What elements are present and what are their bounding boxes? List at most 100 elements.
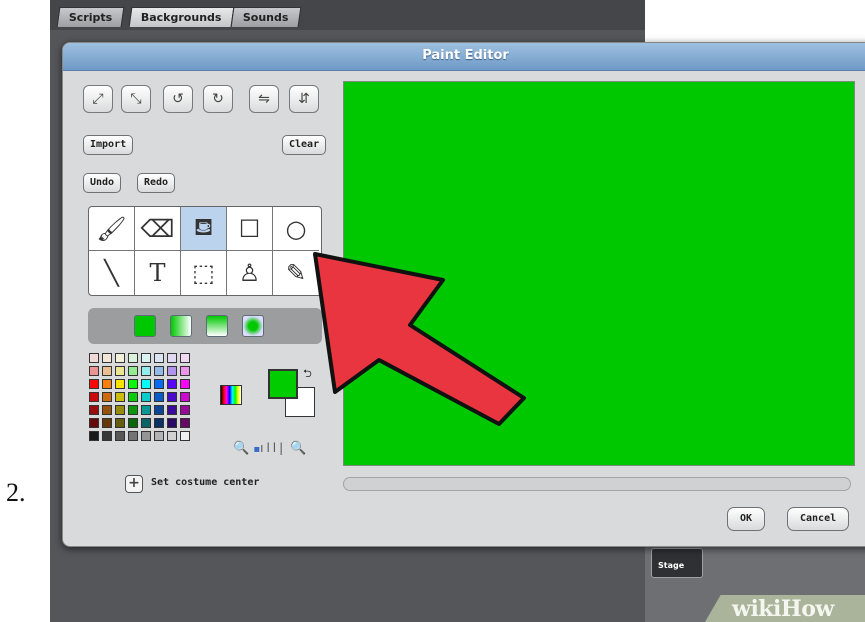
color-swatch[interactable]	[102, 392, 112, 402]
color-swatch[interactable]	[89, 379, 99, 389]
color-swatch[interactable]	[115, 366, 125, 376]
color-swatch[interactable]	[180, 418, 190, 428]
cancel-button[interactable]: Cancel	[787, 507, 850, 531]
rotate-cw-icon[interactable]: ↻	[203, 85, 233, 113]
select-tool[interactable]: ⬚	[181, 251, 227, 295]
color-swatch[interactable]	[141, 366, 151, 376]
color-swatch[interactable]	[102, 431, 112, 441]
color-swatch[interactable]	[180, 366, 190, 376]
fill-radial-gradient-option[interactable]	[242, 315, 264, 337]
color-swatch[interactable]	[128, 379, 138, 389]
color-swatch[interactable]	[167, 366, 177, 376]
color-swatch[interactable]	[141, 431, 151, 441]
tabs-bar: Scripts Backgrounds Sounds	[50, 0, 645, 30]
brush-size-slider[interactable]: 🔍 ▪ıll| 🔍	[233, 441, 306, 456]
color-swatch[interactable]	[141, 405, 151, 415]
color-swatch[interactable]	[180, 431, 190, 441]
color-swatch[interactable]	[167, 431, 177, 441]
color-spectrum-icon[interactable]	[220, 385, 242, 405]
stamp-tool[interactable]: ♙	[227, 251, 273, 295]
color-swatch[interactable]	[141, 353, 151, 363]
color-swatch[interactable]	[115, 353, 125, 363]
paintbrush-tool[interactable]: 🖌	[89, 207, 135, 251]
color-swatch[interactable]	[128, 366, 138, 376]
color-swatch[interactable]	[167, 353, 177, 363]
color-swatch[interactable]	[89, 353, 99, 363]
color-swatch[interactable]	[167, 418, 177, 428]
color-swatch[interactable]	[102, 366, 112, 376]
redo-button[interactable]: Redo	[137, 173, 176, 193]
dialog-titlebar: Paint Editor	[63, 43, 865, 71]
tab-backgrounds[interactable]: Backgrounds	[128, 7, 234, 27]
eraser-tool[interactable]: ⌫	[135, 207, 181, 251]
stage-label: Stage	[658, 561, 685, 570]
fill-solid-option[interactable]	[134, 315, 156, 337]
color-swatch[interactable]	[128, 392, 138, 402]
color-swatch[interactable]	[89, 405, 99, 415]
color-swatch[interactable]	[102, 405, 112, 415]
color-swatch[interactable]	[128, 353, 138, 363]
eyedropper-tool[interactable]: ✎	[273, 251, 319, 295]
color-swatch[interactable]	[154, 405, 164, 415]
color-swatch[interactable]	[115, 392, 125, 402]
fill-bucket-tool[interactable]: ⛾	[181, 207, 227, 251]
color-swatch[interactable]	[89, 366, 99, 376]
set-center-label[interactable]: Set costume center	[151, 477, 259, 488]
fill-vertical-gradient-option[interactable]	[206, 315, 228, 337]
color-swatch[interactable]	[89, 418, 99, 428]
paint-canvas[interactable]	[343, 81, 855, 466]
color-swatch[interactable]	[141, 379, 151, 389]
color-swatch[interactable]	[128, 418, 138, 428]
flip-vertical-icon[interactable]: ⇵	[289, 85, 319, 113]
watermark-wiki: wiki	[732, 596, 781, 622]
color-swatch[interactable]	[102, 353, 112, 363]
color-swatch[interactable]	[167, 392, 177, 402]
grow-icon[interactable]: ⤢	[83, 85, 113, 113]
tab-sounds-label: Sounds	[242, 11, 289, 24]
watermark-how: How	[780, 596, 834, 622]
paint-editor-dialog: Paint Editor ⤢ ⤡ ↺ ↻ ⇋ ⇵ Import Clear Un…	[62, 42, 865, 547]
canvas-scrollbar[interactable]	[343, 477, 851, 491]
set-center-icon[interactable]: +	[125, 475, 143, 493]
color-swatch[interactable]	[154, 431, 164, 441]
rotate-ccw-icon[interactable]: ↺	[163, 85, 193, 113]
rectangle-tool[interactable]: ☐	[227, 207, 273, 251]
ok-button[interactable]: OK	[727, 507, 766, 531]
fill-horizontal-gradient-option[interactable]	[170, 315, 192, 337]
color-swatch[interactable]	[167, 379, 177, 389]
color-swatch[interactable]	[154, 392, 164, 402]
color-swatch[interactable]	[115, 431, 125, 441]
color-swatch[interactable]	[128, 431, 138, 441]
color-swatch[interactable]	[128, 405, 138, 415]
foreground-color-swatch[interactable]	[268, 369, 298, 399]
swap-colors-icon[interactable]: ⮌	[303, 365, 312, 384]
undo-button[interactable]: Undo	[83, 173, 122, 193]
color-swatch[interactable]	[167, 405, 177, 415]
color-swatch[interactable]	[115, 405, 125, 415]
color-swatch[interactable]	[89, 392, 99, 402]
color-swatch[interactable]	[154, 353, 164, 363]
color-swatch[interactable]	[154, 379, 164, 389]
color-swatch[interactable]	[180, 392, 190, 402]
color-swatch[interactable]	[180, 379, 190, 389]
ellipse-tool[interactable]: ○	[273, 207, 319, 251]
line-tool[interactable]: ╲	[89, 251, 135, 295]
import-button[interactable]: Import	[83, 135, 134, 155]
color-swatch[interactable]	[154, 418, 164, 428]
shrink-icon[interactable]: ⤡	[121, 85, 151, 113]
text-tool[interactable]: T	[135, 251, 181, 295]
color-swatch[interactable]	[180, 405, 190, 415]
color-swatch[interactable]	[141, 418, 151, 428]
tab-sounds[interactable]: Sounds	[230, 7, 301, 27]
color-swatch[interactable]	[115, 379, 125, 389]
color-swatch[interactable]	[180, 353, 190, 363]
color-swatch[interactable]	[115, 418, 125, 428]
color-swatch[interactable]	[89, 431, 99, 441]
flip-horizontal-icon[interactable]: ⇋	[249, 85, 279, 113]
tab-scripts[interactable]: Scripts	[56, 7, 125, 27]
color-swatch[interactable]	[102, 418, 112, 428]
clear-button[interactable]: Clear	[282, 135, 327, 155]
color-swatch[interactable]	[154, 366, 164, 376]
color-swatch[interactable]	[141, 392, 151, 402]
color-swatch[interactable]	[102, 379, 112, 389]
